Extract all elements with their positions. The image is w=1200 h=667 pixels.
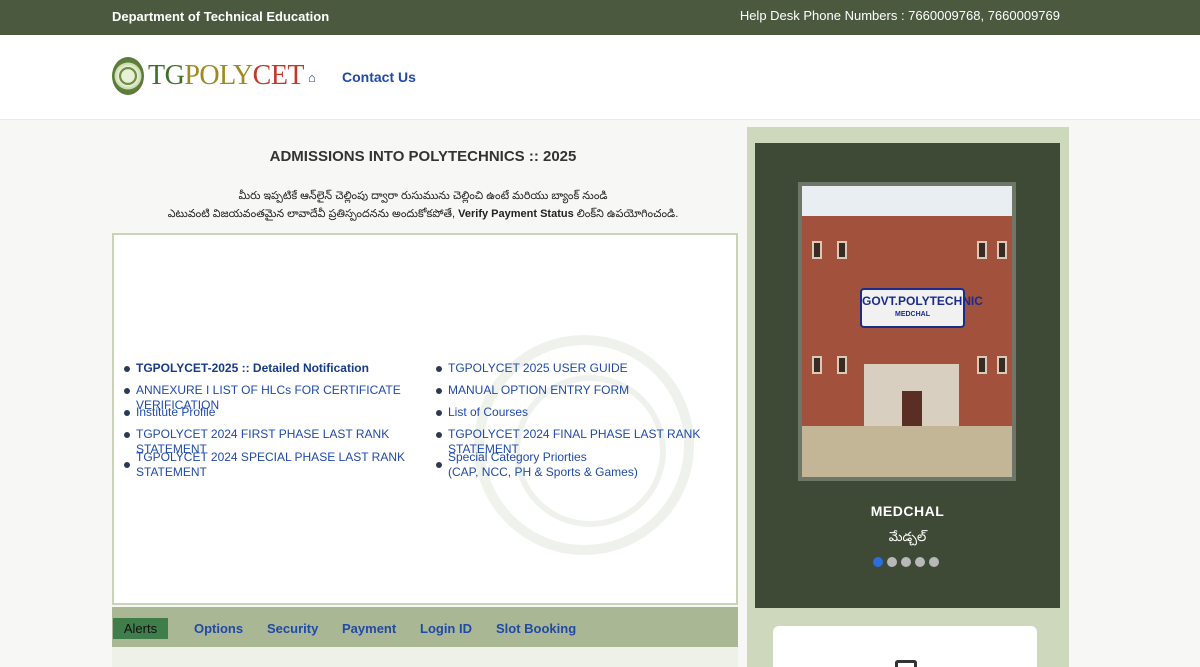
bullet-icon bbox=[436, 432, 442, 438]
tab-options[interactable]: Options bbox=[194, 621, 243, 636]
payment-notice: మీరు ఇప్పటికే ఆన్‌లైన్ చెల్లింపు ద్వారా … bbox=[112, 187, 734, 223]
bullet-icon bbox=[124, 388, 130, 394]
bullet-icon bbox=[124, 366, 130, 372]
slider-dot-1[interactable] bbox=[873, 557, 883, 567]
link-label: List of Courses bbox=[448, 405, 529, 419]
bullet-icon bbox=[436, 366, 442, 372]
right-link-1[interactable]: MANUAL OPTION ENTRY FORM bbox=[436, 383, 736, 405]
link-label: MANUAL OPTION ENTRY FORM bbox=[448, 383, 630, 397]
notice-line-2: ఎటువంటి విజయవంతమైన లావాదేవీ ప్రతిస్పందనన… bbox=[167, 208, 679, 220]
slider-dot-5[interactable] bbox=[929, 557, 939, 567]
telangana-seal-icon bbox=[112, 57, 144, 95]
bullet-icon bbox=[124, 462, 130, 468]
links-right-column: TGPOLYCET 2025 USER GUIDE MANUAL OPTION E… bbox=[436, 361, 736, 481]
site-header: TGPOLYCET ⌂ Contact Us bbox=[0, 35, 1200, 120]
tab-slot-booking[interactable]: Slot Booking bbox=[496, 621, 576, 636]
slider-dot-2[interactable] bbox=[887, 557, 897, 567]
tab-alerts[interactable]: Alerts bbox=[113, 618, 168, 639]
bullet-icon bbox=[436, 462, 442, 468]
contact-us-link[interactable]: Contact Us bbox=[342, 69, 416, 85]
right-link-2[interactable]: List of Courses bbox=[436, 405, 736, 427]
card-icon bbox=[895, 660, 917, 667]
tab-content-area bbox=[112, 647, 738, 667]
right-link-0[interactable]: TGPOLYCET 2025 USER GUIDE bbox=[436, 361, 736, 383]
left-link-3[interactable]: TGPOLYCET 2024 FIRST PHASE LAST RANK STA… bbox=[124, 427, 424, 456]
links-left-column: TGPOLYCET-2025 :: Detailed NotificationA… bbox=[124, 361, 424, 481]
slider-dot-3[interactable] bbox=[901, 557, 911, 567]
link-label: TGPOLYCET 2024 SPECIAL PHASE LAST RANK S… bbox=[136, 450, 405, 479]
tab-login-id[interactable]: Login ID bbox=[420, 621, 472, 636]
left-link-0[interactable]: TGPOLYCET-2025 :: Detailed Notification bbox=[124, 361, 424, 383]
top-bar: Department of Technical Education Help D… bbox=[0, 0, 1200, 35]
right-link-3[interactable]: TGPOLYCET 2024 FINAL PHASE LAST RANK STA… bbox=[436, 427, 736, 456]
logo-text: TGPOLYCET bbox=[148, 60, 305, 91]
site-logo[interactable]: TGPOLYCET bbox=[112, 57, 305, 95]
verify-payment-status-text: Verify Payment Status bbox=[458, 208, 574, 220]
link-label: TGPOLYCET-2025 :: Detailed Notification bbox=[136, 361, 369, 375]
link-label: Institute Profile bbox=[136, 405, 216, 419]
important-links-panel: TGPOLYCET-2025 :: Detailed NotificationA… bbox=[112, 233, 738, 605]
college-signboard: GOVT.POLYTECHNIC MEDCHAL bbox=[860, 288, 983, 328]
tab-payment[interactable]: Payment bbox=[342, 621, 396, 636]
bullet-icon bbox=[436, 388, 442, 394]
slider-dots bbox=[873, 557, 939, 567]
slide-caption-telugu: మేడ్చల్ bbox=[888, 529, 927, 544]
helpdesk-numbers: Help Desk Phone Numbers : 7660009768, 76… bbox=[739, 8, 1060, 23]
tab-security[interactable]: Security bbox=[267, 621, 318, 636]
link-label: Special Category Priorties (CAP, NCC, PH … bbox=[448, 450, 638, 479]
institute-slider: GOVT.POLYTECHNIC MEDCHAL MEDCHAL మేడ్చల్ bbox=[755, 143, 1060, 608]
institute-photo: GOVT.POLYTECHNIC MEDCHAL bbox=[798, 182, 1016, 481]
link-label: TGPOLYCET 2025 USER GUIDE bbox=[448, 361, 628, 375]
tab-bar: Alerts Options Security Payment Login ID Slot… bbox=[112, 607, 738, 647]
info-card bbox=[773, 626, 1037, 667]
sidebar: GOVT.POLYTECHNIC MEDCHAL MEDCHAL మేడ్చల్ bbox=[747, 127, 1069, 667]
main-content: ADMISSIONS INTO POLYTECHNICS :: 2025 మీర… bbox=[112, 127, 738, 667]
bullet-icon bbox=[124, 410, 130, 416]
bullet-icon bbox=[436, 410, 442, 416]
left-link-1[interactable]: ANNEXURE I LIST OF HLCs FOR CERTIFICATE … bbox=[124, 383, 424, 412]
department-name: Department of Technical Education bbox=[112, 9, 330, 24]
home-icon[interactable]: ⌂ bbox=[308, 70, 316, 85]
notice-line-1: మీరు ఇప్పటికే ఆన్‌లైన్ చెల్లింపు ద్వారా … bbox=[238, 190, 608, 202]
slider-dot-4[interactable] bbox=[915, 557, 925, 567]
page-title: ADMISSIONS INTO POLYTECHNICS :: 2025 bbox=[269, 148, 577, 165]
bullet-icon bbox=[124, 432, 130, 438]
slide-caption: MEDCHAL bbox=[870, 503, 945, 519]
left-link-4[interactable]: TGPOLYCET 2024 SPECIAL PHASE LAST RANK S… bbox=[124, 449, 424, 481]
